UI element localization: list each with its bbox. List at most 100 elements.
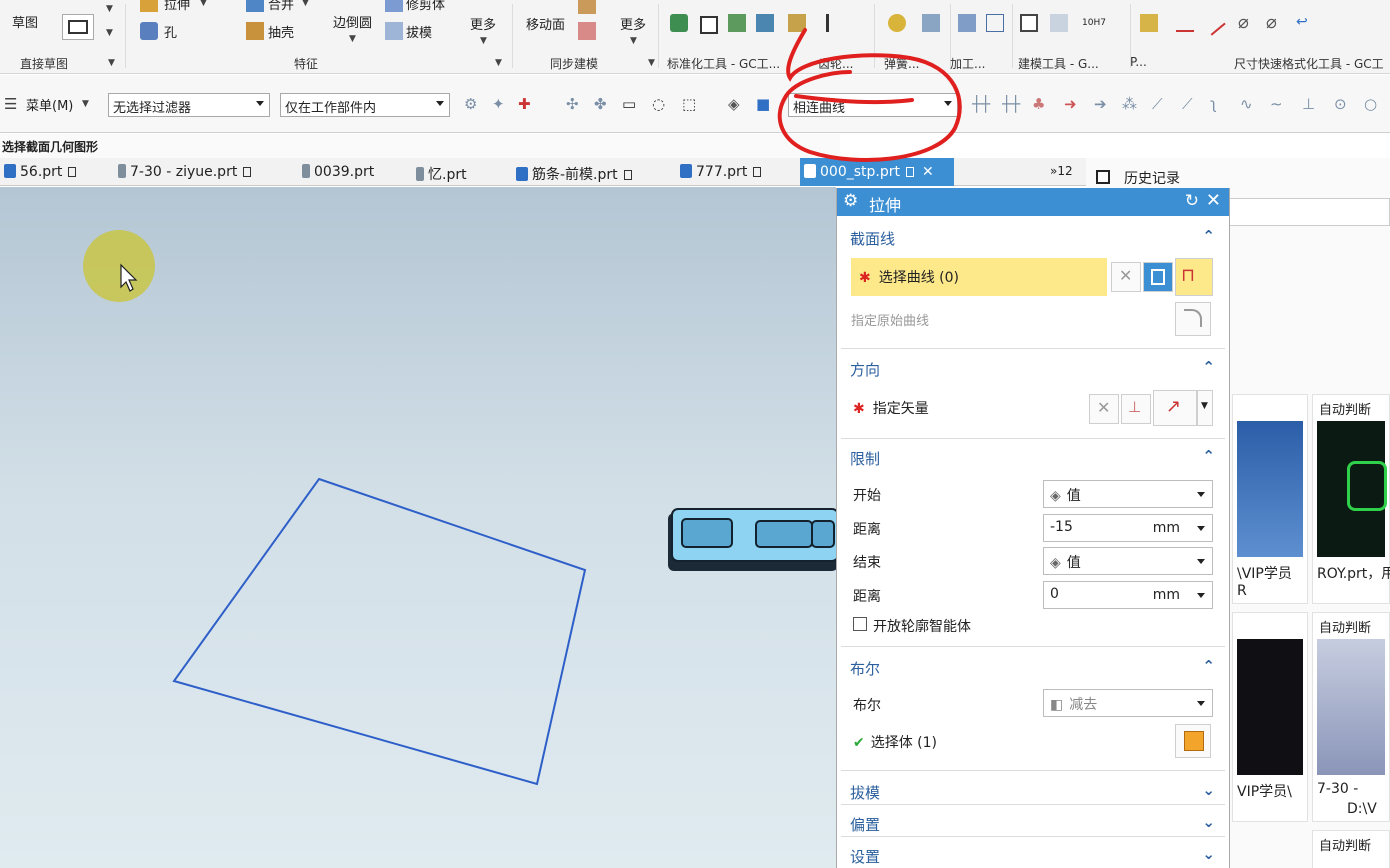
- document-icon[interactable]: [1020, 14, 1038, 32]
- cube-icon[interactable]: ■: [756, 95, 770, 113]
- curve-rule-button[interactable]: ✕: [1111, 262, 1141, 292]
- select-icon[interactable]: ✚: [518, 95, 531, 113]
- more-button[interactable]: 更多: [620, 14, 646, 33]
- inferred-vector-button[interactable]: ↗: [1153, 390, 1197, 426]
- start-distance-input[interactable]: -15 mm: [1043, 514, 1213, 542]
- list-icon[interactable]: [826, 14, 844, 32]
- tab-0039[interactable]: 0039.prt: [298, 158, 378, 186]
- tab-000-stp[interactable]: 000_stp.prt ✕: [800, 158, 954, 186]
- line-icon[interactable]: ⟋: [1152, 95, 1163, 113]
- type-filter-select[interactable]: 无选择过滤器: [108, 93, 270, 117]
- vector-dropdown-button[interactable]: ▼: [1197, 390, 1213, 426]
- direction-header[interactable]: 方向 ⌃: [837, 353, 1229, 383]
- chevron-down-icon[interactable]: ▼: [106, 4, 113, 14]
- curve-icon[interactable]: ┼┼: [972, 95, 990, 113]
- sketch-section-button[interactable]: [1143, 262, 1173, 292]
- line-icon[interactable]: ⟋: [1182, 95, 1193, 113]
- hole-size-label[interactable]: 10H7: [1082, 18, 1106, 28]
- shell-button[interactable]: 抽壳: [268, 22, 294, 41]
- select-curve-row[interactable]: ✱ 选择曲线 (0): [851, 258, 1107, 296]
- curve-icon[interactable]: ʅ: [1210, 95, 1217, 113]
- end-option-select[interactable]: ◈ 值: [1043, 547, 1213, 575]
- trim-body-button[interactable]: 修剪体: [406, 0, 445, 13]
- history-thumb[interactable]: 自动判断: [1312, 830, 1390, 868]
- point-icon[interactable]: ⊥: [1302, 95, 1315, 113]
- select-body-button[interactable]: [1175, 724, 1211, 758]
- undo-icon[interactable]: ↩: [1296, 14, 1308, 30]
- close-icon[interactable]: ✕: [1206, 190, 1221, 211]
- snap-icon[interactable]: ✦: [492, 95, 505, 113]
- part-icon[interactable]: ♣: [1032, 95, 1045, 113]
- open-profile-checkbox[interactable]: [853, 617, 867, 631]
- chevron-down-icon[interactable]: ▼: [480, 36, 487, 46]
- snap-icon[interactable]: ✣: [566, 95, 579, 113]
- curve-icon[interactable]: ∼: [1270, 95, 1283, 113]
- view-icon[interactable]: ◈: [728, 95, 740, 113]
- axis-icon[interactable]: [986, 14, 1004, 32]
- tab-overflow-button[interactable]: »12: [1046, 158, 1077, 186]
- circle-icon[interactable]: ○: [1364, 95, 1377, 113]
- tab-56-prt[interactable]: 56.prt: [0, 158, 80, 186]
- chevron-down-icon[interactable]: ▼: [302, 0, 309, 8]
- chevron-down-icon[interactable]: ▼: [648, 58, 655, 68]
- machining-icon[interactable]: [922, 14, 940, 32]
- curve-icon[interactable]: ∿: [1240, 95, 1253, 113]
- tool-icon[interactable]: [728, 14, 746, 32]
- tab-7-30-ziyue[interactable]: 7-30 - ziyue.prt: [114, 158, 255, 186]
- chevron-down-icon[interactable]: ▼: [200, 0, 207, 8]
- format-icon[interactable]: [1140, 14, 1158, 32]
- arrow-icon[interactable]: ➜: [1064, 95, 1077, 113]
- sketch-button[interactable]: 草图: [12, 12, 38, 31]
- reset-icon[interactable]: ↻: [1185, 191, 1199, 211]
- chevron-down-icon[interactable]: ▼: [106, 28, 113, 38]
- curve-icon[interactable]: ┼┼: [1002, 95, 1020, 113]
- history-thumb[interactable]: 自动判断 ROY.prt，用: [1312, 394, 1390, 604]
- rectangle-tool-button[interactable]: [62, 14, 94, 40]
- diameter-icon[interactable]: ⌀: [1266, 12, 1277, 33]
- section-curve-header[interactable]: 截面线 ⌃: [837, 222, 1229, 252]
- sheet-icon[interactable]: [1050, 14, 1068, 32]
- origin-curve-button[interactable]: [1175, 302, 1211, 336]
- draft-button[interactable]: 拔模: [406, 22, 432, 41]
- box-select-icon[interactable]: ⬚: [682, 95, 696, 113]
- history-thumb[interactable]: 自动判断 7-30 - D:\V: [1312, 612, 1390, 822]
- extrude-button[interactable]: 拉伸: [164, 0, 190, 13]
- spring-icon[interactable]: [888, 14, 906, 32]
- draft-header[interactable]: 拔模 ⌄: [837, 776, 1229, 806]
- chevron-down-icon[interactable]: ▼: [82, 99, 89, 109]
- chevron-down-icon[interactable]: ▼: [108, 58, 115, 68]
- close-icon[interactable]: ✕: [922, 164, 934, 180]
- end-distance-input[interactable]: 0 mm: [1043, 581, 1213, 609]
- delete-face-icon[interactable]: [578, 22, 596, 40]
- tool-icon[interactable]: [756, 14, 774, 32]
- tab-777[interactable]: 777.prt: [676, 158, 765, 186]
- snap-icon[interactable]: ⚙: [464, 95, 477, 113]
- snap-point-icon[interactable]: ⁂: [1122, 95, 1137, 113]
- vector-dialog-button[interactable]: ⊥: [1121, 394, 1151, 424]
- circle-icon[interactable]: ⊙: [1334, 95, 1347, 113]
- offset-header[interactable]: 偏置 ⌄: [837, 808, 1229, 838]
- history-thumb[interactable]: VIP学员\: [1232, 612, 1308, 822]
- chevron-down-icon[interactable]: ▼: [495, 58, 502, 68]
- lasso-icon[interactable]: ◌: [652, 95, 665, 113]
- part-model[interactable]: [668, 508, 836, 571]
- start-option-select[interactable]: ◈ 值: [1043, 480, 1213, 508]
- machining-icon[interactable]: [958, 14, 976, 32]
- settings-header[interactable]: 设置 ⌄: [837, 840, 1229, 868]
- curve-rule-select[interactable]: 相连曲线: [788, 93, 958, 117]
- unite-button[interactable]: 合并: [268, 0, 294, 13]
- boolean-header[interactable]: 布尔 ⌃: [837, 652, 1229, 682]
- tab-yi[interactable]: 忆.prt: [412, 158, 471, 186]
- scope-select[interactable]: 仅在工作部件内: [280, 93, 450, 117]
- graphics-viewport[interactable]: [0, 187, 836, 868]
- frame-icon[interactable]: [700, 16, 718, 34]
- gear-tool-icon[interactable]: [788, 14, 806, 32]
- arrow-icon[interactable]: ➔: [1094, 95, 1107, 113]
- dimension-icon[interactable]: [1176, 14, 1194, 32]
- menu-button[interactable]: 菜单(M): [26, 95, 73, 114]
- reverse-direction-button[interactable]: ✕: [1089, 394, 1119, 424]
- chevron-down-icon[interactable]: ▼: [630, 36, 637, 46]
- chevron-down-icon[interactable]: ▼: [349, 34, 356, 44]
- gear-icon[interactable]: ⚙: [843, 191, 858, 211]
- boolean-select[interactable]: ◧ 减去: [1043, 689, 1213, 717]
